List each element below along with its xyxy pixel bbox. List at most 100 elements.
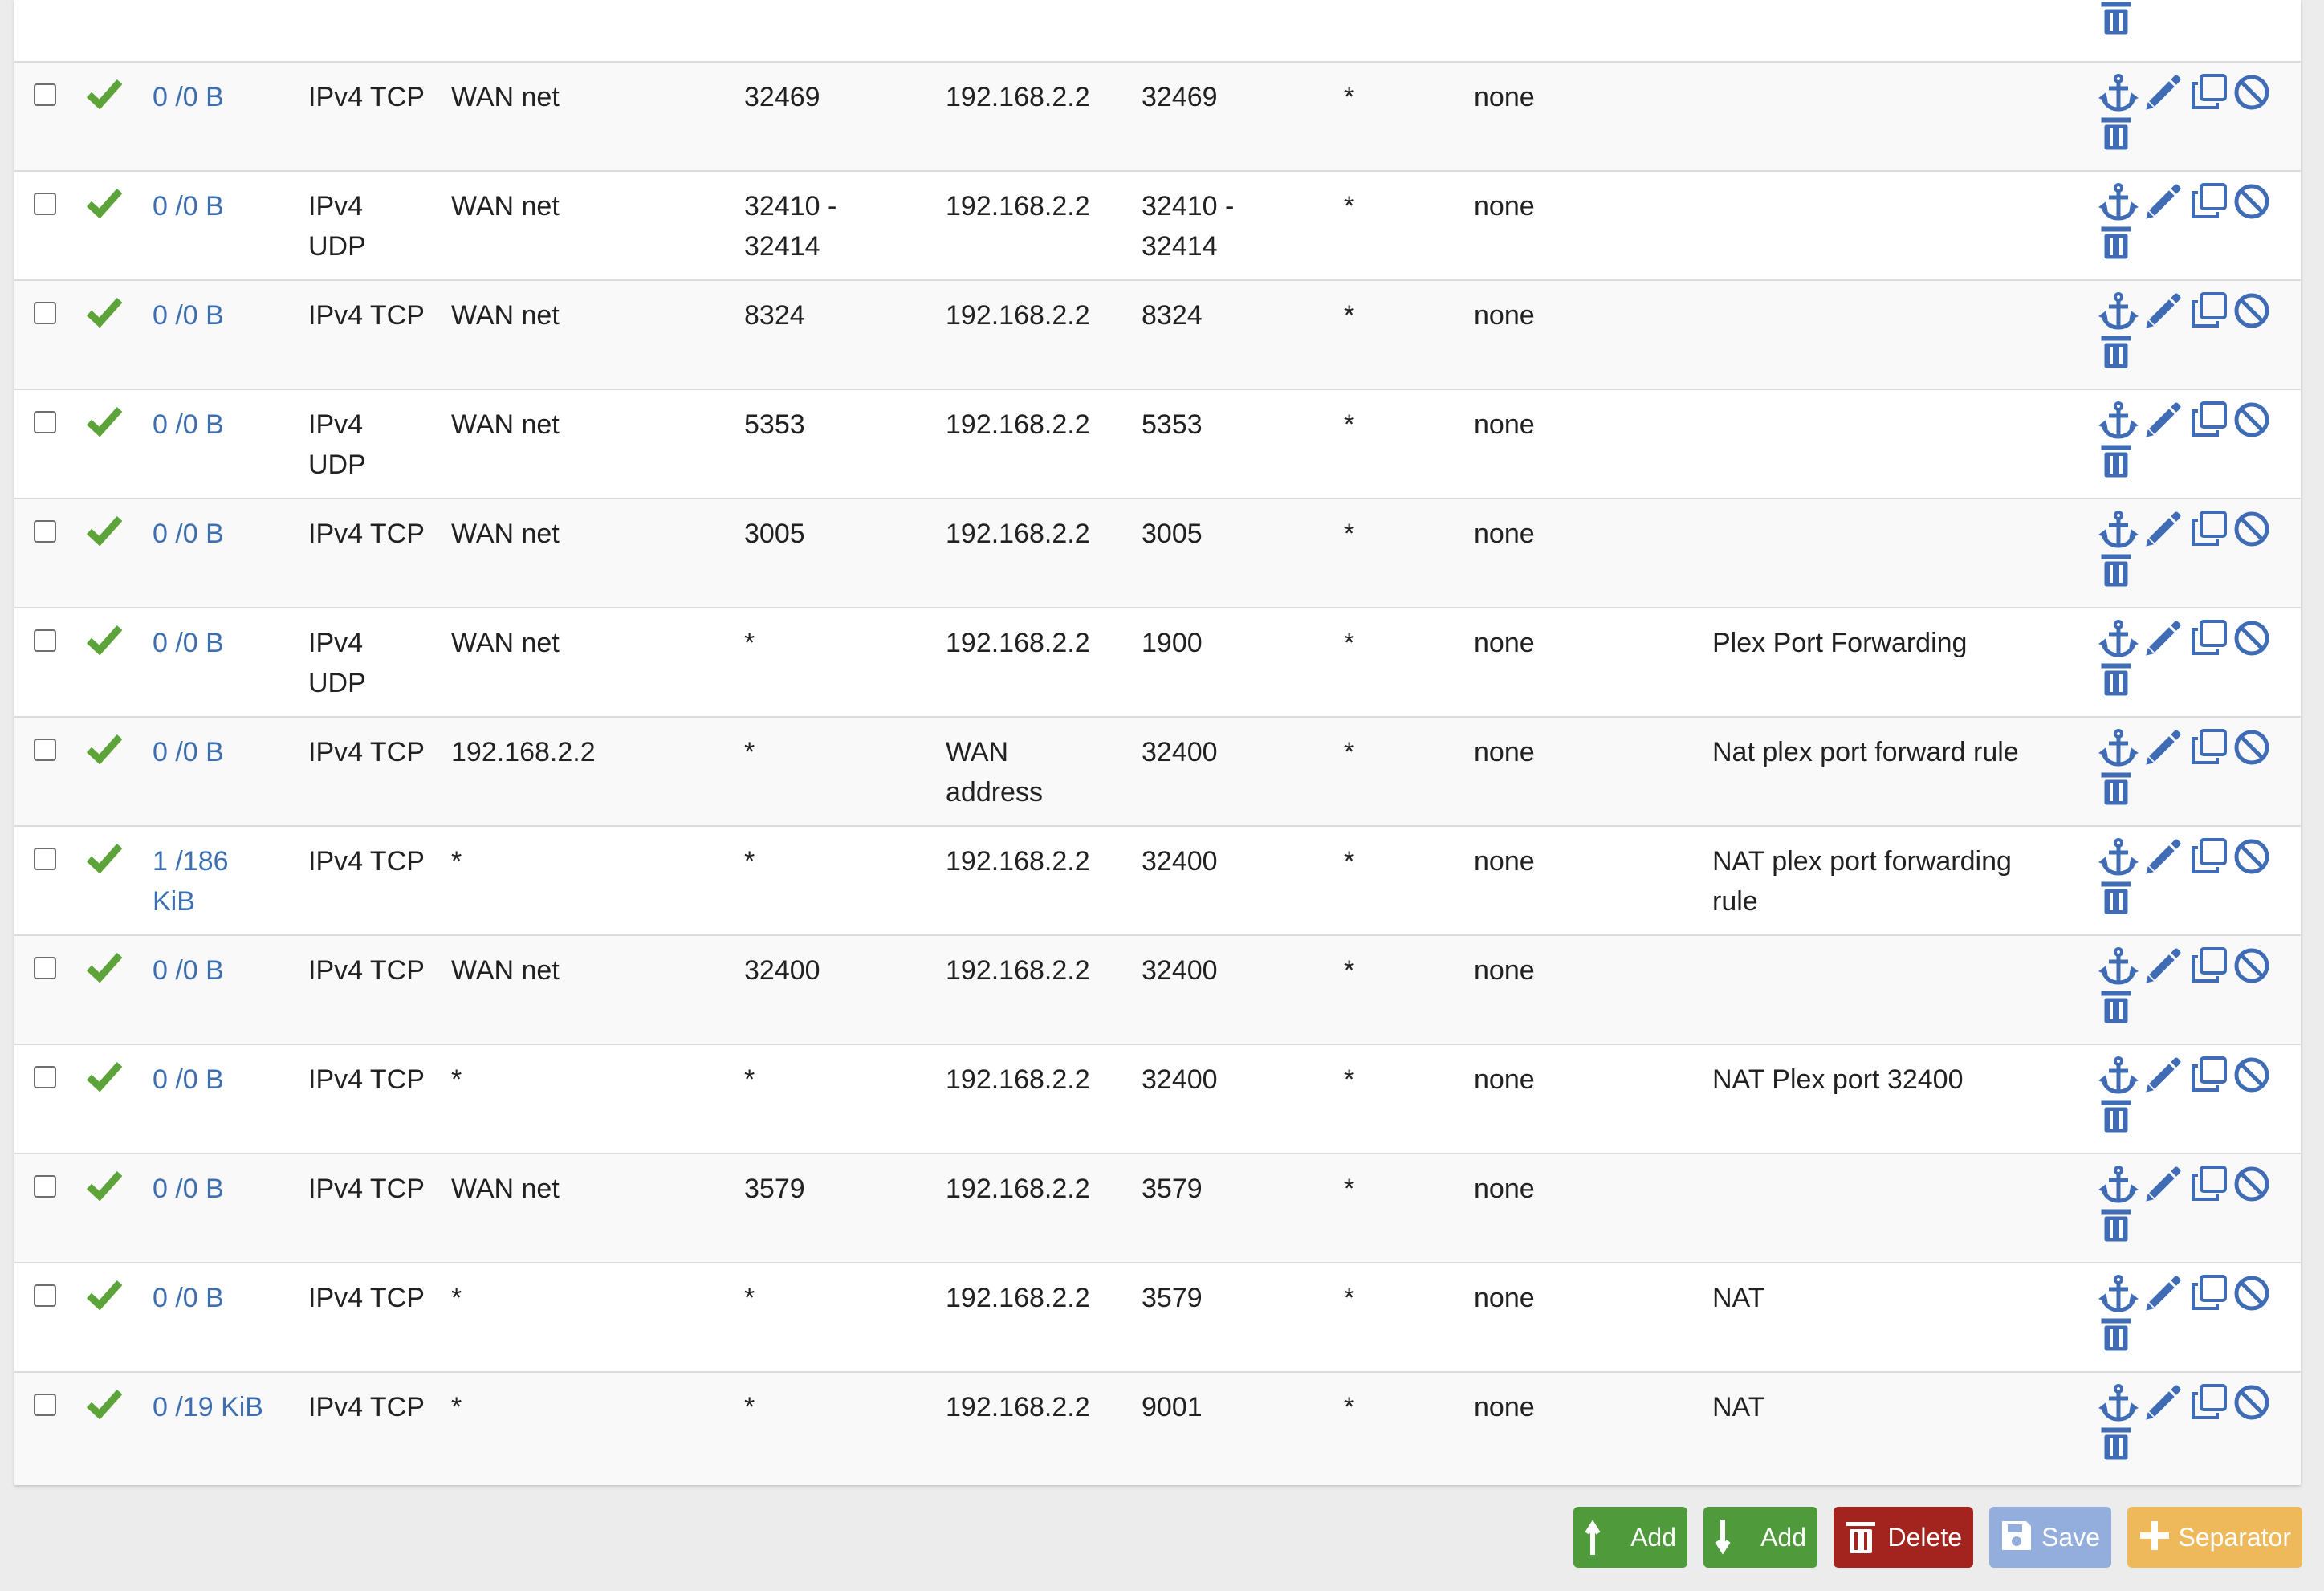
pencil-icon[interactable] — [2145, 292, 2182, 329]
states-link[interactable]: 0 /0 B — [153, 295, 297, 336]
pencil-icon[interactable] — [2145, 1056, 2182, 1093]
trash-icon[interactable] — [2100, 225, 2132, 260]
copy-icon[interactable] — [2190, 1166, 2227, 1202]
ban-icon[interactable] — [2233, 401, 2270, 438]
copy-icon[interactable] — [2190, 401, 2227, 438]
pencil-icon[interactable] — [2145, 838, 2182, 875]
states-link[interactable]: 0 /0 B — [153, 77, 297, 117]
copy-icon[interactable] — [2190, 1275, 2227, 1312]
states-link[interactable]: 0 /0 B — [153, 1278, 297, 1318]
ban-icon[interactable] — [2233, 1166, 2270, 1202]
anchor-icon[interactable] — [2098, 947, 2139, 986]
anchor-icon[interactable] — [2098, 401, 2139, 440]
trash-icon[interactable] — [2100, 989, 2132, 1024]
anchor-icon[interactable] — [2098, 620, 2139, 658]
row-select-checkbox[interactable] — [34, 520, 56, 543]
anchor-icon[interactable] — [2098, 1384, 2139, 1422]
states-link[interactable]: 0 /0 B — [153, 623, 297, 663]
row-select-checkbox[interactable] — [34, 411, 56, 433]
ban-icon[interactable] — [2233, 620, 2270, 657]
anchor-icon[interactable] — [2098, 292, 2139, 331]
copy-icon[interactable] — [2190, 183, 2227, 220]
states-link[interactable]: 0 /19 KiB — [153, 1387, 313, 1427]
pencil-icon[interactable] — [2145, 947, 2182, 984]
row-select-checkbox[interactable] — [34, 957, 56, 979]
states-link[interactable]: 0 /0 B — [153, 1060, 297, 1100]
states-link[interactable]: 0 /0 B — [153, 732, 297, 772]
anchor-icon[interactable] — [2098, 838, 2139, 877]
trash-icon[interactable] — [2100, 1207, 2132, 1243]
pencil-icon[interactable] — [2145, 1384, 2182, 1421]
pencil-icon[interactable] — [2145, 1166, 2182, 1202]
ban-icon[interactable] — [2233, 183, 2270, 220]
anchor-icon[interactable] — [2098, 511, 2139, 549]
ban-icon[interactable] — [2233, 947, 2270, 984]
copy-icon[interactable] — [2190, 620, 2227, 657]
add-rule-top-button[interactable]: Add — [1573, 1507, 1687, 1568]
copy-icon[interactable] — [2190, 1056, 2227, 1093]
trash-icon[interactable] — [2100, 552, 2132, 588]
copy-icon[interactable] — [2190, 947, 2227, 984]
copy-icon[interactable] — [2190, 292, 2227, 329]
row-select-checkbox[interactable] — [34, 848, 56, 870]
destination-port-cell: 32469 — [1142, 82, 1218, 112]
ban-icon[interactable] — [2233, 1056, 2270, 1093]
ban-icon[interactable] — [2233, 511, 2270, 547]
copy-icon[interactable] — [2190, 1384, 2227, 1421]
pencil-icon[interactable] — [2145, 729, 2182, 766]
trash-icon[interactable] — [2100, 880, 2132, 915]
row-select-checkbox[interactable] — [34, 1394, 56, 1416]
pencil-icon[interactable] — [2145, 74, 2182, 111]
states-link[interactable]: 1 /186 KiB — [153, 841, 257, 922]
trash-icon[interactable] — [2100, 443, 2132, 478]
ban-icon[interactable] — [2233, 1384, 2270, 1421]
ban-icon[interactable] — [2233, 292, 2270, 329]
row-select-checkbox[interactable] — [34, 1284, 56, 1307]
copy-icon[interactable] — [2190, 74, 2227, 111]
ban-icon[interactable] — [2233, 729, 2270, 766]
ban-icon[interactable] — [2233, 838, 2270, 875]
ban-icon[interactable] — [2233, 74, 2270, 111]
pencil-icon[interactable] — [2145, 183, 2182, 220]
pencil-icon[interactable] — [2145, 511, 2182, 547]
anchor-icon[interactable] — [2098, 183, 2139, 222]
copy-icon[interactable] — [2190, 511, 2227, 547]
states-link[interactable]: 0 /0 B — [153, 186, 297, 226]
trash-icon[interactable] — [2100, 771, 2132, 806]
anchor-icon[interactable] — [2098, 729, 2139, 767]
anchor-icon[interactable] — [2098, 74, 2139, 112]
trash-icon[interactable] — [2100, 1426, 2132, 1461]
row-select-checkbox[interactable] — [34, 83, 56, 106]
anchor-icon[interactable] — [2098, 1056, 2139, 1095]
row-select-checkbox[interactable] — [34, 302, 56, 324]
row-select-checkbox[interactable] — [34, 629, 56, 652]
states-link[interactable]: 0 /0 B — [153, 405, 297, 445]
pencil-icon[interactable] — [2145, 401, 2182, 438]
states-link[interactable]: 0 /0 B — [153, 1169, 297, 1209]
pencil-icon[interactable] — [2145, 1275, 2182, 1312]
trash-icon[interactable] — [2100, 1316, 2132, 1352]
copy-icon[interactable] — [2190, 838, 2227, 875]
add-rule-bottom-button[interactable]: Add — [1703, 1507, 1817, 1568]
separator-button[interactable]: Separator — [2127, 1507, 2302, 1568]
anchor-icon[interactable] — [2098, 1275, 2139, 1313]
copy-icon[interactable] — [2190, 729, 2227, 766]
trash-icon[interactable] — [2100, 116, 2132, 151]
trash-icon[interactable] — [2100, 661, 2132, 697]
delete-button[interactable]: Delete — [1834, 1507, 1973, 1568]
states-link[interactable]: 0 /0 B — [153, 514, 297, 554]
save-button[interactable]: Save — [1989, 1507, 2111, 1568]
row-select-checkbox[interactable] — [34, 1066, 56, 1088]
destination-cell: 192.168.2.2 — [946, 519, 1090, 549]
pencil-icon[interactable] — [2145, 620, 2182, 657]
row-select-checkbox[interactable] — [34, 1175, 56, 1198]
anchor-icon[interactable] — [2098, 1166, 2139, 1204]
row-select-checkbox[interactable] — [34, 193, 56, 215]
gateway-cell: * — [1344, 519, 1355, 549]
ban-icon[interactable] — [2233, 1275, 2270, 1312]
trash-icon[interactable] — [2100, 1098, 2132, 1133]
trash-icon[interactable] — [2100, 0, 2132, 35]
trash-icon[interactable] — [2100, 334, 2132, 369]
states-link[interactable]: 0 /0 B — [153, 950, 297, 991]
row-select-checkbox[interactable] — [34, 739, 56, 761]
